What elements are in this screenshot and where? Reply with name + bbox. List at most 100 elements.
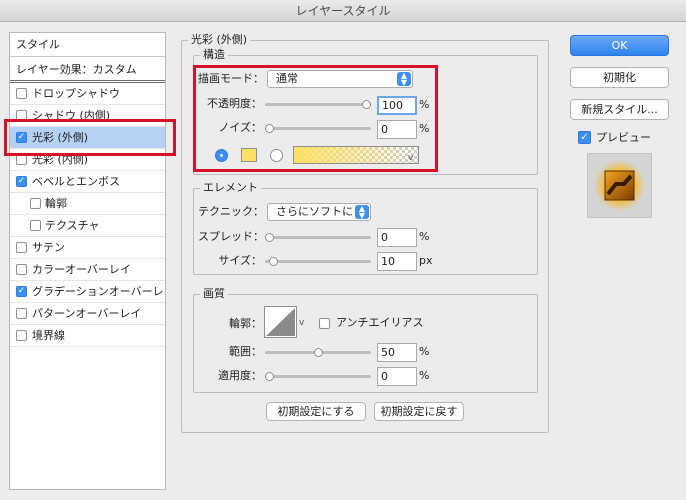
- style-item[interactable]: ✓ グラデーションオーバーレイ: [10, 281, 165, 303]
- technique-label: テクニック：: [198, 205, 264, 218]
- new-style-button[interactable]: 新規スタイル...: [570, 99, 669, 120]
- size-input[interactable]: 10: [377, 252, 417, 271]
- elements-title: エレメント: [200, 181, 261, 195]
- style-item-label: ベベルとエンボス: [32, 175, 120, 188]
- jitter-slider[interactable]: [265, 372, 371, 381]
- style-item-checkbox[interactable]: ✓: [16, 176, 27, 187]
- antialias-checkbox[interactable]: [319, 318, 330, 329]
- range-input[interactable]: 50: [377, 343, 417, 362]
- style-item[interactable]: 光彩 (内側): [10, 149, 165, 171]
- style-item-label: シャドウ (内側): [32, 109, 111, 122]
- preview-glow-icon: [594, 160, 645, 211]
- spread-slider-knob[interactable]: [265, 233, 274, 242]
- style-item-label: 光彩 (外側): [32, 131, 89, 144]
- style-item[interactable]: 輪郭: [10, 193, 165, 215]
- reset-button[interactable]: 初期化: [570, 67, 669, 88]
- style-item-checkbox[interactable]: [16, 88, 27, 99]
- jitter-label: 適用度：: [218, 369, 262, 382]
- blend-mode-value: 通常: [276, 72, 298, 85]
- technique-select[interactable]: さらにソフトに ▲ ▼: [267, 203, 371, 221]
- style-item-checkbox[interactable]: ✓: [16, 286, 27, 297]
- make-default-button[interactable]: 初期設定にする: [266, 402, 366, 421]
- style-item-label: サテン: [32, 241, 65, 254]
- style-item[interactable]: 境界線: [10, 325, 165, 347]
- style-item-checkbox[interactable]: [16, 330, 27, 341]
- blend-mode-label: 描画モード：: [198, 72, 264, 85]
- styles-list: スタイル レイヤー効果：カスタム ドロップシャドウ シャドウ (内側) ✓ 光彩 (外…: [9, 32, 166, 490]
- noise-input[interactable]: 0: [377, 120, 417, 139]
- solid-color-radio[interactable]: [215, 149, 228, 162]
- contour-curve-icon: [266, 308, 295, 336]
- style-item-checkbox[interactable]: [16, 154, 27, 165]
- style-item-checkbox[interactable]: [16, 264, 27, 275]
- style-item-checkbox[interactable]: [30, 220, 41, 231]
- range-slider[interactable]: [265, 348, 371, 357]
- style-item[interactable]: パターンオーバーレイ: [10, 303, 165, 325]
- blend-mode-select[interactable]: 通常 ▲ ▼: [267, 70, 413, 88]
- preview-label: プレビュー: [596, 131, 651, 144]
- style-item[interactable]: ✓ ベベルとエンボス: [10, 171, 165, 193]
- opacity-unit: %: [419, 98, 430, 111]
- jitter-slider-knob[interactable]: [265, 372, 274, 381]
- spread-label: スプレッド：: [198, 230, 264, 243]
- layer-effects-label[interactable]: レイヤー効果：カスタム: [10, 57, 165, 83]
- style-item-label: カラーオーバーレイ: [32, 263, 131, 276]
- size-label: サイズ：: [218, 254, 262, 267]
- select-arrows-icon: ▲ ▼: [397, 72, 411, 87]
- style-item[interactable]: テクスチャ: [10, 215, 165, 237]
- gradient-dropdown-chevron-icon[interactable]: v: [408, 153, 413, 163]
- style-item-label: パターンオーバーレイ: [32, 307, 142, 320]
- opacity-slider[interactable]: [265, 100, 371, 109]
- size-slider-knob[interactable]: [268, 257, 278, 266]
- antialias-label: アンチエイリアス: [336, 316, 424, 329]
- noise-unit: %: [419, 122, 430, 135]
- gradient-radio[interactable]: [270, 149, 283, 162]
- contour-label: 輪郭：: [229, 317, 262, 330]
- spread-unit: %: [419, 230, 430, 243]
- glow-color-swatch[interactable]: [241, 148, 257, 162]
- outer-glow-title: 光彩 (外側): [188, 33, 251, 47]
- size-unit: px: [419, 254, 433, 267]
- layer-style-dialog: スタイル レイヤー効果：カスタム ドロップシャドウ シャドウ (内側) ✓ 光彩 (外…: [0, 22, 686, 500]
- preview-checkbox[interactable]: ✓: [578, 131, 591, 144]
- style-item-label: グラデーションオーバーレイ: [32, 285, 165, 298]
- style-item[interactable]: シャドウ (内側): [10, 105, 165, 127]
- style-item-checkbox[interactable]: [16, 110, 27, 121]
- reset-default-button[interactable]: 初期設定に戻す: [374, 402, 464, 421]
- range-slider-knob[interactable]: [313, 348, 323, 357]
- glow-gradient-swatch[interactable]: [293, 146, 419, 164]
- style-item-checkbox[interactable]: ✓: [16, 132, 27, 143]
- range-label: 範囲：: [229, 345, 262, 358]
- contour-picker[interactable]: [264, 306, 297, 338]
- opacity-label: 不透明度：: [207, 97, 262, 110]
- style-item-checkbox[interactable]: [30, 198, 41, 209]
- ok-button[interactable]: OK: [570, 35, 669, 56]
- style-item-label: ドロップシャドウ: [32, 87, 120, 100]
- style-item-label: 光彩 (内側): [32, 153, 89, 166]
- range-unit: %: [419, 345, 430, 358]
- opacity-input[interactable]: 100: [377, 96, 417, 115]
- preview-thumbnail: [587, 153, 652, 218]
- noise-slider[interactable]: [265, 124, 371, 133]
- size-slider[interactable]: [265, 257, 371, 266]
- style-item[interactable]: ✓ 光彩 (外側): [10, 127, 165, 149]
- jitter-input[interactable]: 0: [377, 367, 417, 386]
- styles-header[interactable]: スタイル: [10, 33, 165, 57]
- style-item-checkbox[interactable]: [16, 308, 27, 319]
- opacity-slider-knob[interactable]: [362, 100, 371, 109]
- spread-input[interactable]: 0: [377, 228, 417, 247]
- style-item[interactable]: サテン: [10, 237, 165, 259]
- style-item-label: 輪郭: [45, 197, 67, 210]
- quality-title: 画質: [200, 287, 228, 301]
- jitter-unit: %: [419, 369, 430, 382]
- structure-title: 構造: [200, 48, 228, 62]
- select-arrows-icon: ▲ ▼: [355, 205, 369, 220]
- spread-slider[interactable]: [265, 233, 371, 242]
- style-item[interactable]: カラーオーバーレイ: [10, 259, 165, 281]
- noise-slider-knob[interactable]: [265, 124, 274, 133]
- style-item-label: 境界線: [32, 329, 65, 342]
- style-item[interactable]: ドロップシャドウ: [10, 83, 165, 105]
- style-item-label: テクスチャ: [45, 219, 100, 232]
- style-item-checkbox[interactable]: [16, 242, 27, 253]
- contour-dropdown-chevron-icon[interactable]: v: [299, 318, 304, 328]
